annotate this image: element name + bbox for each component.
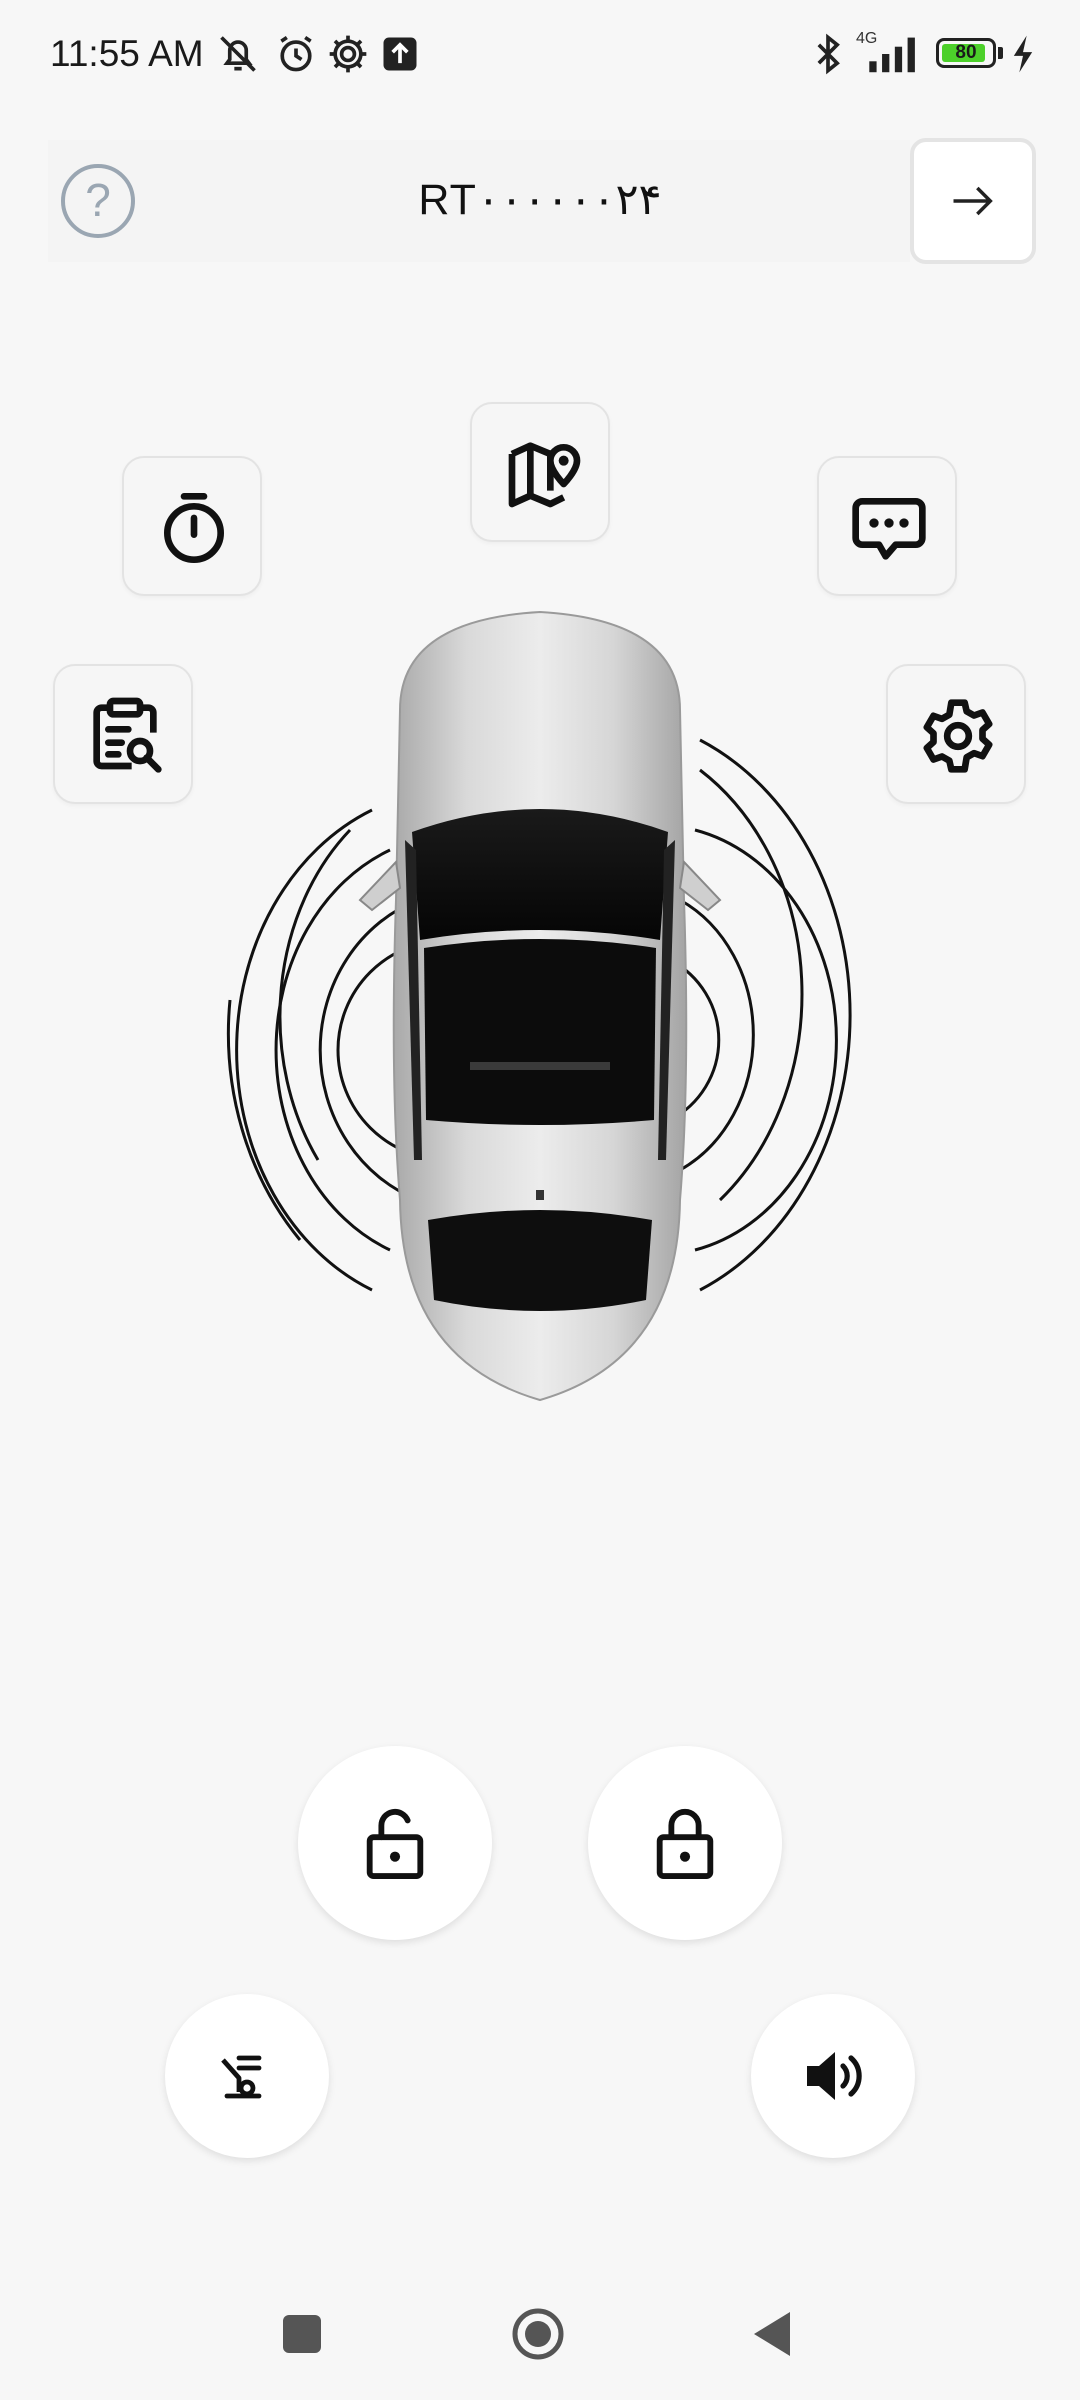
home-button[interactable]: [511, 2307, 565, 2361]
message-button[interactable]: [817, 456, 957, 596]
trunk-button[interactable]: [165, 1994, 329, 2158]
device-title: RT۰۰۰۰۰۰۲۴: [418, 176, 662, 224]
battery-cap: [998, 47, 1003, 59]
back-icon: [754, 2312, 790, 2356]
map-button[interactable]: [470, 402, 610, 542]
trunk-icon: [221, 2055, 262, 2099]
bluetooth-icon: [817, 33, 840, 75]
forward-button[interactable]: [910, 138, 1036, 264]
horn-button[interactable]: [751, 1994, 915, 2158]
muted-bell-icon: [220, 36, 256, 72]
speaker-icon: [807, 2052, 862, 2100]
message-icon: [852, 498, 926, 560]
back-button[interactable]: [752, 2310, 792, 2358]
battery-icon: 80: [936, 38, 996, 68]
gear-icon: [329, 35, 367, 73]
lock-button[interactable]: [588, 1746, 782, 1940]
app-screen: 11:55 AM 4G 80 ? RT۰۰۰۰۰۰۲۴: [0, 0, 1080, 2400]
timer-button[interactable]: [122, 456, 262, 596]
upload-icon: [383, 37, 417, 71]
unlock-button[interactable]: [298, 1746, 492, 1940]
lock-icon: [656, 1808, 714, 1880]
home-icon: [512, 2308, 564, 2360]
system-nav-bar: [0, 2270, 1080, 2400]
alarm-icon: [280, 35, 312, 72]
report-button[interactable]: [53, 664, 193, 804]
charging-icon: [1013, 35, 1033, 73]
battery-level: 80: [955, 42, 977, 63]
map-location-icon: [508, 442, 581, 508]
recents-button[interactable]: [283, 2315, 321, 2353]
arrow-right-icon: [953, 186, 993, 216]
timer-icon: [164, 493, 224, 563]
help-button[interactable]: ?: [61, 164, 135, 238]
car-illustration: [226, 610, 852, 1402]
car-body: [358, 610, 722, 1402]
status-time: 11:55 AM: [50, 33, 204, 74]
signal-icon: [869, 37, 915, 73]
signal-arcs-right: [669, 738, 852, 1292]
report-search-icon: [93, 697, 162, 773]
settings-button[interactable]: [886, 664, 1026, 804]
status-bar: 11:55 AM 4G 80: [0, 0, 1080, 110]
unlock-icon: [366, 1808, 424, 1880]
settings-icon: [923, 699, 993, 773]
